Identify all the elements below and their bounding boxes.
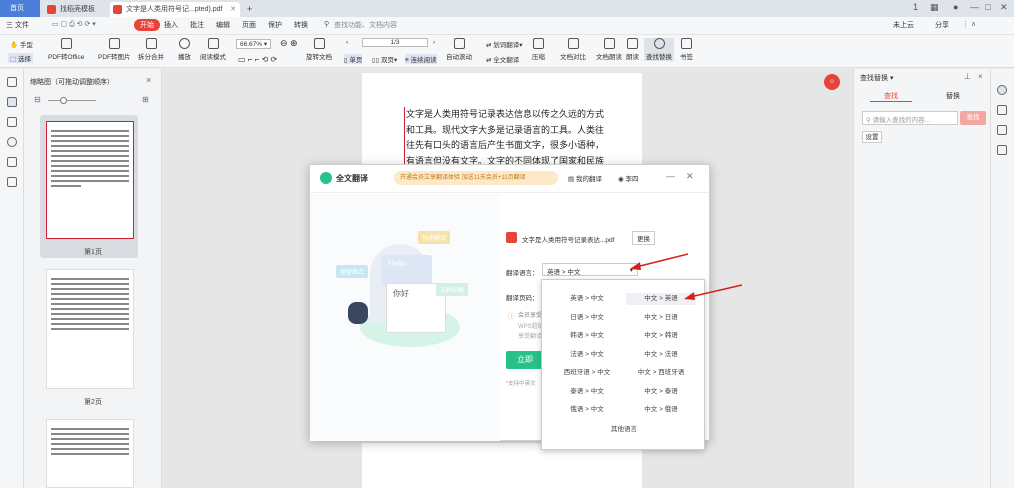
arrowhead-2: [684, 292, 695, 300]
arrow-to-option: [689, 284, 743, 298]
arrowhead-1: [630, 262, 641, 270]
annotation-arrows: [630, 253, 743, 300]
arrow-to-select: [635, 253, 689, 268]
